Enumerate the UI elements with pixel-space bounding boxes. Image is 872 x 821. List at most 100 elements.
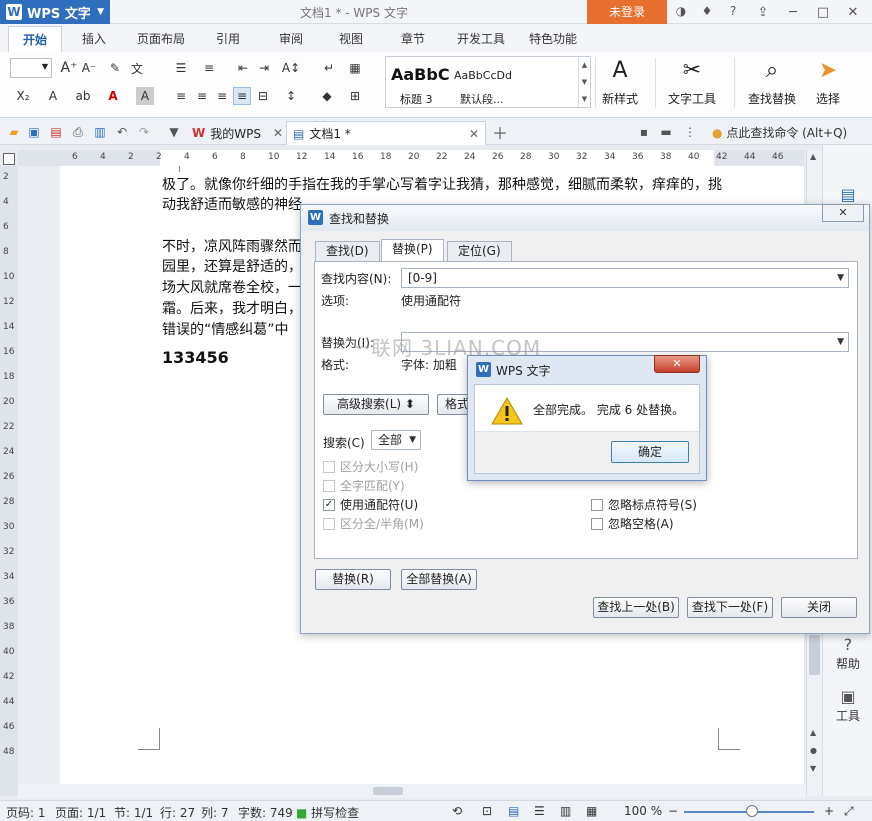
highlight-icon[interactable]: ab — [74, 87, 92, 105]
style-gallery[interactable]: AaBbC AaBbCcDd 标题 3 默认段... ▲ ▼ ▼ — [385, 56, 591, 108]
page-dot-icon[interactable]: ● — [810, 746, 817, 755]
scroll-up-icon[interactable]: ▲ — [810, 152, 816, 161]
tools-pane-button[interactable]: ▣ 工具 — [823, 687, 872, 724]
login-button[interactable]: 未登录 — [587, 0, 667, 24]
close-tab-icon[interactable]: ✕ — [469, 127, 479, 141]
border-icon[interactable]: ⊞ — [346, 87, 364, 105]
page-view-icon[interactable]: ▤ — [508, 804, 519, 818]
grow-font-icon[interactable]: A⁺ — [60, 59, 78, 77]
dialog-title-bar[interactable]: W 查找和替换 — [301, 205, 869, 231]
tab-document1[interactable]: ▤ 文档1 * ✕ — [286, 121, 486, 145]
zoom-level[interactable]: 100 % — [624, 804, 662, 818]
tab-home[interactable]: 开始 — [8, 26, 63, 54]
fullscreen-icon[interactable]: ⇪ — [748, 0, 778, 24]
undo-icon[interactable]: ↶ — [114, 124, 130, 140]
search-direction-select[interactable]: 全部 ▼ — [371, 430, 421, 450]
style-preview-heading[interactable]: AaBbC — [391, 65, 450, 84]
zoom-slider-knob[interactable] — [746, 805, 758, 817]
find-input[interactable]: [0-9] ▼ — [401, 268, 849, 288]
subscript-icon[interactable]: X₂ — [14, 87, 32, 105]
text-effect-icon[interactable]: A — [44, 87, 62, 105]
dialog-close-icon[interactable]: ✕ — [822, 204, 864, 222]
skin-icon[interactable]: ◑ — [672, 2, 690, 20]
find-replace-button[interactable]: ⌕ 查找替换 — [742, 58, 802, 107]
tab-review[interactable]: 审阅 — [279, 30, 303, 47]
justify-icon[interactable]: ≡ — [233, 87, 251, 105]
align-center-icon[interactable]: ≡ — [193, 87, 211, 105]
tab-view[interactable]: 视图 — [339, 30, 363, 47]
tab-stop-selector[interactable] — [3, 153, 15, 165]
print-icon[interactable]: ⎙ — [70, 124, 86, 140]
print-preview-icon[interactable]: ▥ — [92, 124, 108, 140]
horizontal-scrollbar[interactable] — [18, 784, 806, 798]
document-pane-icon[interactable]: ▤ — [823, 185, 872, 205]
phonetic-icon[interactable]: 文 — [128, 59, 146, 77]
ignore-space-checkbox[interactable]: 忽略空格(A) — [591, 515, 674, 532]
select-button[interactable]: ➤ 选择 — [800, 58, 856, 107]
ok-button[interactable]: 确定 — [611, 441, 689, 463]
status-word-count[interactable]: 字数: 749 — [238, 804, 293, 821]
bullet-list-icon[interactable]: ☰ — [172, 59, 190, 77]
status-page[interactable]: 页码: 1 — [6, 804, 46, 821]
tab-developer[interactable]: 开发工具 — [457, 30, 505, 47]
tab-insert[interactable]: 插入 — [82, 30, 106, 47]
line-spacing-icon[interactable]: ↵ — [320, 59, 338, 77]
pdf-icon[interactable]: ▤ — [48, 124, 64, 140]
align-right-icon[interactable]: ≡ — [213, 87, 231, 105]
shrink-font-icon[interactable]: A⁻ — [80, 59, 98, 77]
minimize-tab-icon[interactable]: ▬ — [658, 124, 674, 140]
redo-icon[interactable]: ↷ — [136, 124, 152, 140]
dropdown-arrow-icon[interactable]: ▼ — [837, 333, 844, 351]
scroll-down-icon[interactable]: ▼ — [810, 764, 816, 773]
fullscreen-expand-icon[interactable]: ⤢ — [844, 804, 854, 819]
scroll-thumb[interactable] — [809, 635, 820, 675]
new-tab-icon[interactable]: ＋ — [492, 124, 508, 143]
close-tab-icon[interactable]: ✕ — [273, 126, 283, 140]
help-icon[interactable]: ? — [724, 2, 742, 20]
tab-replace[interactable]: 替换(P) — [381, 239, 444, 262]
save-icon[interactable]: ▣ — [26, 124, 42, 140]
history-icon[interactable]: ⟲ — [452, 804, 462, 818]
numbered-list-icon[interactable]: ≡ — [200, 59, 218, 77]
spell-check-toggle[interactable]: ■ 拼写检查 — [296, 804, 359, 821]
style-preview-default[interactable]: AaBbCcDd — [454, 69, 512, 82]
scroll-thumb[interactable] — [373, 787, 403, 795]
advanced-search-button[interactable]: 高级搜索(L) ⬍ — [323, 394, 429, 415]
full-half-width-checkbox[interactable]: 区分全/半角(M) — [323, 515, 424, 532]
tab-chapter[interactable]: 章节 — [401, 30, 425, 47]
replace-button[interactable]: 替换(R) — [315, 569, 391, 590]
align-left-icon[interactable]: ≡ — [172, 87, 190, 105]
distribute-icon[interactable]: ⊟ — [254, 87, 272, 105]
font-color-icon[interactable]: A — [104, 87, 122, 105]
web-view-icon[interactable]: ▦ — [586, 804, 597, 818]
paragraph-spacing-icon[interactable]: ↕ — [282, 87, 300, 105]
outline-view-icon[interactable]: ☰ — [534, 804, 545, 818]
reading-view-icon[interactable]: ▥ — [560, 804, 571, 818]
help-pane-button[interactable]: ? 帮助 — [823, 635, 872, 672]
horizontal-ruler[interactable]: 6 4 2 2 4 6 8 10 12 14 16 18 20 22 24 26 28 30 32 34 36 38 40 4… — [18, 150, 804, 166]
tab-goto[interactable]: 定位(G) — [447, 241, 512, 261]
clear-format-icon[interactable]: ✎ — [106, 59, 124, 77]
whole-word-checkbox[interactable]: 全字匹配(Y) — [323, 477, 405, 494]
fit-page-icon[interactable]: ⊡ — [482, 804, 492, 818]
table-icon[interactable]: ▦ — [346, 59, 364, 77]
tab-features[interactable]: 特色功能 — [529, 30, 577, 47]
maximize-icon[interactable]: □ — [808, 0, 838, 24]
zoom-out-icon[interactable]: − — [668, 804, 678, 818]
zoom-in-icon[interactable]: + — [824, 804, 834, 818]
replace-all-button[interactable]: 全部替换(A) — [401, 569, 477, 590]
app-menu-button[interactable]: W WPS 文字 ▼ — [0, 0, 110, 24]
decrease-indent-icon[interactable]: ⇤ — [234, 59, 252, 77]
text-direction-icon[interactable]: A↕ — [282, 59, 300, 77]
wildcards-checkbox[interactable]: ✓ 使用通配符(U) — [323, 496, 418, 513]
new-style-button[interactable]: A 新样式 — [590, 58, 650, 107]
style-gallery-scroll[interactable]: ▲ ▼ ▼ — [578, 57, 590, 107]
find-next-button[interactable]: 查找下一处(F) — [687, 597, 773, 618]
close-icon[interactable]: ✕ — [654, 355, 700, 373]
more-icon[interactable]: ⋮ — [682, 124, 698, 140]
scroll-up-icon[interactable]: ▲ — [810, 728, 816, 737]
vertical-ruler[interactable]: 2 4 6 8 10 12 14 16 18 20 22 24 26 28 30 32 34 36 38 40 42 44… — [0, 166, 18, 796]
increase-indent-icon[interactable]: ⇥ — [255, 59, 273, 77]
close-dialog-button[interactable]: 关闭 — [781, 597, 857, 618]
dropdown-arrow-icon[interactable]: ▼ — [837, 269, 844, 287]
